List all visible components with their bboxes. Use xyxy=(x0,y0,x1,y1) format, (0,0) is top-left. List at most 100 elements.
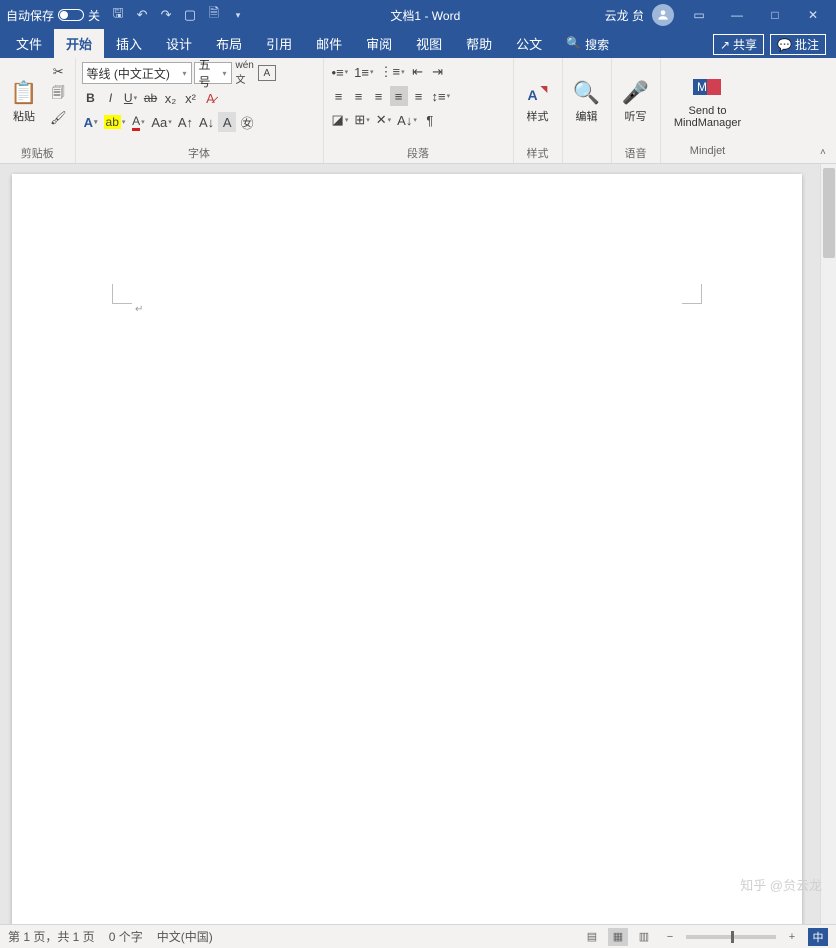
text-effects-icon[interactable]: A xyxy=(82,112,100,132)
group-paragraph: •≡ 1≡ ⋮≡ ⇤ ⇥ ≡ ≡ ≡ ≡ ≡ ↕≡ ◪ ⊞ ✕ A↓ ¶ xyxy=(324,58,514,163)
zoom-slider[interactable] xyxy=(686,935,776,939)
dictate-button[interactable]: 🎤 听写 xyxy=(616,60,656,140)
strike-icon[interactable]: ab xyxy=(142,88,160,108)
tab-file[interactable]: 文件 xyxy=(4,29,54,58)
font-color-icon[interactable]: A xyxy=(129,112,147,132)
tab-review[interactable]: 审阅 xyxy=(354,29,404,58)
styles-group-label: 样式 xyxy=(518,145,558,163)
copy-icon[interactable]: 🗐 xyxy=(48,85,69,105)
print-layout-icon[interactable]: ▦ xyxy=(608,928,628,946)
page-status[interactable]: 第 1 页，共 1 页 xyxy=(8,928,95,945)
paragraph-mark-icon: ↵ xyxy=(135,304,143,315)
shading-icon[interactable]: ◪ xyxy=(330,110,351,130)
word-count[interactable]: 0 个字 xyxy=(109,928,143,945)
format-painter-icon[interactable]: 🖌 xyxy=(48,108,69,128)
font-name-combo[interactable]: 等线 (中文正文)▾ xyxy=(82,62,192,84)
enclose-char-icon[interactable]: ㊛ xyxy=(238,112,256,132)
close-icon[interactable]: ✕ xyxy=(796,3,830,27)
tab-mail[interactable]: 邮件 xyxy=(304,29,354,58)
underline-icon[interactable]: U xyxy=(122,88,140,108)
tab-help[interactable]: 帮助 xyxy=(454,29,504,58)
zoom-out-icon[interactable]: − xyxy=(660,928,680,946)
status-bar: 第 1 页，共 1 页 0 个字 中文(中国) ▤ ▦ ▥ − + 中 xyxy=(0,924,836,948)
minimize-icon[interactable]: — xyxy=(720,3,754,27)
font-size-combo[interactable]: 五号▾ xyxy=(194,62,232,84)
qat-icon-2[interactable]: 🗎 xyxy=(206,7,222,23)
group-editing: 🔍 编辑 xyxy=(563,58,612,163)
language-status[interactable]: 中文(中国) xyxy=(157,928,213,945)
numbering-icon[interactable]: 1≡ xyxy=(352,62,375,82)
char-shading-icon[interactable]: A xyxy=(218,112,236,132)
bullets-icon[interactable]: •≡ xyxy=(330,62,351,82)
comment-icon: 💬 xyxy=(777,38,792,52)
tab-layout[interactable]: 布局 xyxy=(204,29,254,58)
phonetic-guide-icon[interactable]: wén文 xyxy=(234,63,256,83)
read-mode-icon[interactable]: ▤ xyxy=(582,928,602,946)
superscript-icon[interactable]: x² xyxy=(182,88,200,108)
qat-dropdown-icon[interactable]: ▾ xyxy=(230,7,246,23)
tab-insert[interactable]: 插入 xyxy=(104,29,154,58)
vertical-scrollbar[interactable] xyxy=(820,164,836,924)
autosave-toggle[interactable]: 自动保存 关 xyxy=(6,7,100,24)
highlight-icon[interactable]: ab xyxy=(102,112,128,132)
dec-indent-icon[interactable]: ⇤ xyxy=(409,62,427,82)
align-right-icon[interactable]: ≡ xyxy=(370,86,388,106)
shrink-font-icon[interactable]: A↓ xyxy=(197,112,216,132)
dictate-label: 听写 xyxy=(625,111,647,123)
clear-format-icon[interactable]: A̷ xyxy=(202,88,220,108)
svg-text:A: A xyxy=(527,87,537,103)
align-justify-icon[interactable]: ≡ xyxy=(390,86,408,106)
mindjet-group-label: Mindjet xyxy=(665,145,751,163)
web-layout-icon[interactable]: ▥ xyxy=(634,928,654,946)
tab-view[interactable]: 视图 xyxy=(404,29,454,58)
borders-icon[interactable]: ⊞ xyxy=(352,110,371,130)
grow-font-icon[interactable]: A↑ xyxy=(176,112,195,132)
char-scale-icon[interactable]: ✕ xyxy=(374,110,393,130)
zoom-in-icon[interactable]: + xyxy=(782,928,802,946)
font-size-value: 五号 xyxy=(199,56,223,90)
italic-icon[interactable]: I xyxy=(102,88,120,108)
font-name-value: 等线 (中文正文) xyxy=(87,65,170,82)
tab-design[interactable]: 设计 xyxy=(154,29,204,58)
line-spacing-icon[interactable]: ↕≡ xyxy=(430,86,453,106)
bold-icon[interactable]: B xyxy=(82,88,100,108)
user-area[interactable]: 云龙 贠 xyxy=(605,4,674,26)
change-case-icon[interactable]: Aa xyxy=(149,112,173,132)
align-center-icon[interactable]: ≡ xyxy=(350,86,368,106)
save-icon[interactable]: 🖫 xyxy=(110,7,126,23)
show-marks-icon[interactable]: ¶ xyxy=(421,110,439,130)
paste-icon: 📋 xyxy=(8,77,40,109)
tab-gongwen[interactable]: 公文 xyxy=(504,29,554,58)
document-area[interactable]: ↵ 知乎 @贠云龙 xyxy=(0,164,836,924)
share-label: 共享 xyxy=(733,36,757,53)
ribbon-options-icon[interactable]: ▭ xyxy=(682,3,716,27)
editing-button[interactable]: 🔍 编辑 xyxy=(567,60,607,140)
char-border-icon[interactable]: A xyxy=(258,65,276,81)
redo-icon[interactable]: ↷ xyxy=(158,7,174,23)
subscript-icon[interactable]: x₂ xyxy=(162,88,180,108)
cut-icon[interactable]: ✂ xyxy=(48,62,69,82)
sort-icon[interactable]: A↓ xyxy=(395,110,419,130)
ime-indicator[interactable]: 中 xyxy=(808,928,828,946)
search-label: 搜索 xyxy=(585,36,609,53)
multilevel-icon[interactable]: ⋮≡ xyxy=(378,62,407,82)
tab-home[interactable]: 开始 xyxy=(54,29,104,58)
page[interactable]: ↵ xyxy=(12,174,802,924)
svg-text:M: M xyxy=(697,80,707,94)
tab-reference[interactable]: 引用 xyxy=(254,29,304,58)
styles-button[interactable]: A 样式 xyxy=(518,60,558,140)
collapse-ribbon-icon[interactable]: ˄ xyxy=(820,147,834,161)
tab-search[interactable]: 🔍搜索 xyxy=(554,31,621,58)
mindmanager-button[interactable]: M Send to MindManager xyxy=(665,60,751,140)
paste-button[interactable]: 📋 粘贴 xyxy=(4,60,44,140)
share-button[interactable]: ↗共享 xyxy=(713,34,764,55)
maximize-icon[interactable]: □ xyxy=(758,3,792,27)
comment-button[interactable]: 💬批注 xyxy=(770,34,826,55)
avatar-icon[interactable] xyxy=(652,4,674,26)
align-left-icon[interactable]: ≡ xyxy=(330,86,348,106)
ribbon-tabs: 文件 开始 插入 设计 布局 引用 邮件 审阅 视图 帮助 公文 🔍搜索 ↗共享… xyxy=(0,30,836,58)
undo-icon[interactable]: ↶ xyxy=(134,7,150,23)
inc-indent-icon[interactable]: ⇥ xyxy=(429,62,447,82)
qat-icon-1[interactable]: ▢ xyxy=(182,7,198,23)
align-dist-icon[interactable]: ≡ xyxy=(410,86,428,106)
